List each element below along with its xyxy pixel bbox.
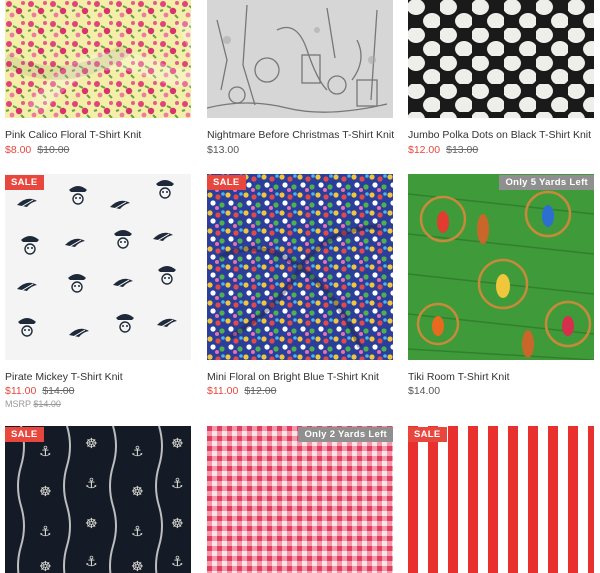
product-card[interactable]: ⚓ ☸ ⚓ ☸ ☸ ⚓ ☸ ⚓ ⚓ ☸ ⚓ ☸ ☸ ⚓ ☸ ⚓ SALE <box>5 426 191 573</box>
red-stripe-swatch <box>408 426 594 573</box>
nightmare-swatch <box>207 0 393 118</box>
product-price: $11.00 $12.00 <box>207 385 276 397</box>
sale-badge: SALE <box>207 175 246 190</box>
svg-text:☸: ☸ <box>85 516 98 532</box>
original-price: $10.00 <box>37 144 70 156</box>
sale-price: $12.00 <box>408 144 441 156</box>
stock-badge: Only 5 Yards Left <box>499 175 594 190</box>
svg-text:⚓: ⚓ <box>131 444 144 460</box>
product-image-polka-dots[interactable] <box>408 0 594 118</box>
product-image-pirate-mickey[interactable] <box>5 174 191 360</box>
product-card[interactable]: SALE <box>408 426 594 573</box>
svg-text:⚓: ⚓ <box>85 554 98 570</box>
sale-price: $11.00 <box>5 385 37 397</box>
red-gingham-swatch <box>207 426 393 573</box>
svg-text:⚓: ⚓ <box>171 554 184 570</box>
msrp: MSRP $14.00 <box>5 399 61 409</box>
product-title[interactable]: Jumbo Polka Dots on Black T-Shirt Knit <box>408 129 591 141</box>
svg-text:☸: ☸ <box>131 484 144 500</box>
pirate-mickey-swatch <box>5 174 191 360</box>
svg-text:⚓: ⚓ <box>131 524 144 540</box>
product-price: $14.00 <box>408 385 440 397</box>
product-card[interactable]: SALE Mini Floral on Bright Blue T-Shirt … <box>207 174 393 414</box>
product-card[interactable]: Only 2 Yards Left <box>207 426 393 573</box>
svg-text:⚓: ⚓ <box>39 524 52 540</box>
product-title[interactable]: Mini Floral on Bright Blue T-Shirt Knit <box>207 371 379 383</box>
product-card[interactable]: Pink Calico Floral T-Shirt Knit $8.00 $10… <box>5 0 191 160</box>
original-price: $14.00 <box>42 385 75 397</box>
original-price: $13.00 <box>446 144 479 156</box>
product-price: $13.00 <box>207 144 239 156</box>
svg-text:☸: ☸ <box>85 436 98 452</box>
product-card[interactable]: Nightmare Before Christmas T-Shirt Knit … <box>207 0 394 160</box>
product-price: $12.00 $13.00 <box>408 144 478 156</box>
product-image-red-stripe[interactable] <box>408 426 594 573</box>
product-title[interactable]: Nightmare Before Christmas T-Shirt Knit <box>207 129 394 141</box>
msrp-value: $14.00 <box>33 399 61 409</box>
svg-text:☸: ☸ <box>131 559 144 573</box>
regular-price: $13.00 <box>207 144 240 156</box>
regular-price: $14.00 <box>408 385 441 397</box>
sale-badge: SALE <box>5 427 44 442</box>
svg-text:⚓: ⚓ <box>85 476 98 492</box>
original-price: $12.00 <box>244 385 277 397</box>
pink-calico-swatch <box>5 0 191 118</box>
product-image-anchor-navy[interactable]: ⚓ ☸ ⚓ ☸ ☸ ⚓ ☸ ⚓ ⚓ ☸ ⚓ ☸ ☸ ⚓ ☸ ⚓ <box>5 426 191 573</box>
product-title[interactable]: Pirate Mickey T-Shirt Knit <box>5 371 123 383</box>
svg-text:☸: ☸ <box>39 484 52 500</box>
product-price: $11.00 $14.00 <box>5 385 74 397</box>
svg-text:☸: ☸ <box>171 516 184 532</box>
product-title[interactable]: Pink Calico Floral T-Shirt Knit <box>5 129 141 141</box>
product-image-tiki-room[interactable] <box>408 174 594 360</box>
polka-dots-swatch <box>408 0 594 118</box>
msrp-label: MSRP <box>5 399 31 409</box>
product-card[interactable]: Jumbo Polka Dots on Black T-Shirt Knit $… <box>408 0 594 160</box>
anchor-navy-swatch: ⚓ ☸ ⚓ ☸ ☸ ⚓ ☸ ⚓ ⚓ ☸ ⚓ ☸ ☸ ⚓ ☸ ⚓ <box>5 426 191 573</box>
sale-price: $11.00 <box>207 385 239 397</box>
svg-text:⚓: ⚓ <box>39 444 52 460</box>
product-image-nightmare[interactable] <box>207 0 393 118</box>
product-card[interactable]: Only 5 Yards Left Tiki Room T-Shirt Knit… <box>408 174 594 414</box>
product-image-mini-floral[interactable] <box>207 174 393 360</box>
stock-badge: Only 2 Yards Left <box>298 427 393 442</box>
sale-badge: SALE <box>5 175 44 190</box>
product-title[interactable]: Tiki Room T-Shirt Knit <box>408 371 510 383</box>
sale-badge: SALE <box>408 427 447 442</box>
product-card[interactable]: SALE Pirate Mickey T-Shirt Knit $11.00 $1… <box>5 174 191 414</box>
svg-text:⚓: ⚓ <box>171 476 184 492</box>
tiki-room-swatch <box>408 174 594 360</box>
product-image-pink-calico[interactable] <box>5 0 191 118</box>
svg-text:☸: ☸ <box>39 559 52 573</box>
sale-price: $8.00 <box>5 144 32 156</box>
product-price: $8.00 $10.00 <box>5 144 69 156</box>
svg-text:☸: ☸ <box>171 436 184 452</box>
mini-floral-swatch <box>207 174 393 360</box>
product-image-red-gingham[interactable] <box>207 426 393 573</box>
